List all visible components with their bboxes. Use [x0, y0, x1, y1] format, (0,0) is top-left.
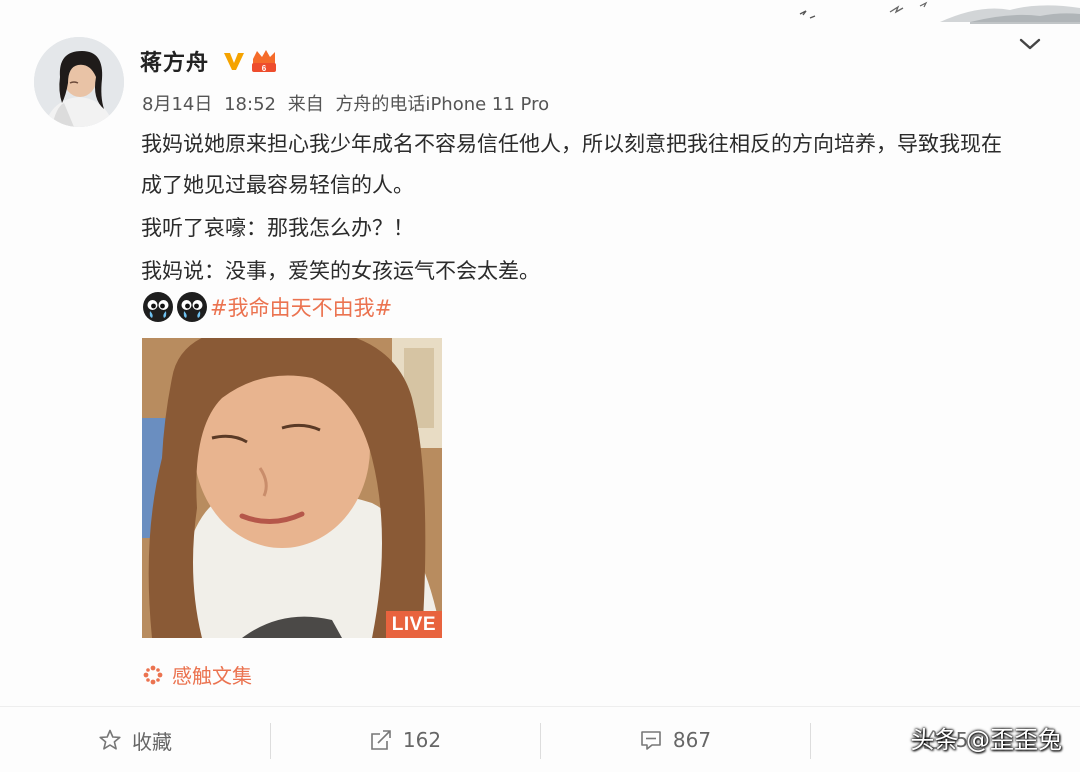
- author-row: 蒋方舟 6: [140, 44, 279, 78]
- avatar-portrait-image: [34, 37, 124, 127]
- comment-button[interactable]: 867: [540, 707, 810, 772]
- comment-count: 867: [672, 728, 712, 752]
- verified-badge-icon: [224, 53, 245, 70]
- post-content: 我妈说她原来担心我少年成名不容易信任他人，所以刻意把我往相反的方向培养，导致我现…: [141, 124, 1021, 292]
- topic-link[interactable]: #我命由天不由我#: [210, 292, 392, 322]
- vip-crown-icon: 6: [252, 50, 277, 73]
- watermark: 头条 @歪歪兔: [910, 726, 1062, 754]
- comment-icon: [641, 731, 661, 750]
- collection-icon: [143, 665, 163, 684]
- post-time[interactable]: 18:52: [224, 94, 276, 115]
- collection-link[interactable]: 感触文集: [142, 660, 252, 689]
- selfie-photo-image: [142, 338, 442, 638]
- post-meta: 8月14日 18:52 来自 方舟的电话iPhone 11 Pro: [142, 90, 549, 116]
- repost-count: 162: [402, 728, 442, 752]
- chevron-down-icon[interactable]: [1018, 34, 1042, 54]
- post-paragraph-1: 我妈说她原来担心我少年成名不容易信任他人，所以刻意把我往相反的方向培养，导致我现…: [141, 132, 1002, 197]
- collection-label: 感触文集: [172, 664, 252, 688]
- favorite-button[interactable]: 收藏: [0, 707, 270, 772]
- live-photo-badge: LIVE: [385, 611, 442, 638]
- post-date[interactable]: 8月14日: [142, 94, 212, 115]
- crying-emoji-icon: [143, 292, 173, 322]
- favorite-label: 收藏: [132, 729, 172, 754]
- weibo-post-page: 蒋方舟 6 8月14日 18:52 来自 方舟的电话iPhone 11 Pro …: [0, 0, 1080, 772]
- avatar[interactable]: [34, 37, 124, 127]
- star-icon: [99, 729, 121, 750]
- share-icon: [371, 730, 391, 750]
- repost-button[interactable]: 162: [270, 707, 540, 772]
- crying-emoji-icon: [177, 292, 207, 322]
- post-paragraph-2: 我听了哀嚎：那我怎么办？！: [141, 216, 414, 240]
- post-photo[interactable]: LIVE: [142, 338, 442, 638]
- source-prefix: 来自: [287, 94, 324, 115]
- svg-text:6: 6: [262, 64, 267, 73]
- author-name[interactable]: 蒋方舟: [140, 45, 209, 77]
- topic-row: #我命由天不由我#: [142, 288, 392, 326]
- post-paragraph-3: 我妈说：没事，爱笑的女孩运气不会太差。: [141, 259, 540, 283]
- post-source: 方舟的电话iPhone 11 Pro: [335, 94, 550, 115]
